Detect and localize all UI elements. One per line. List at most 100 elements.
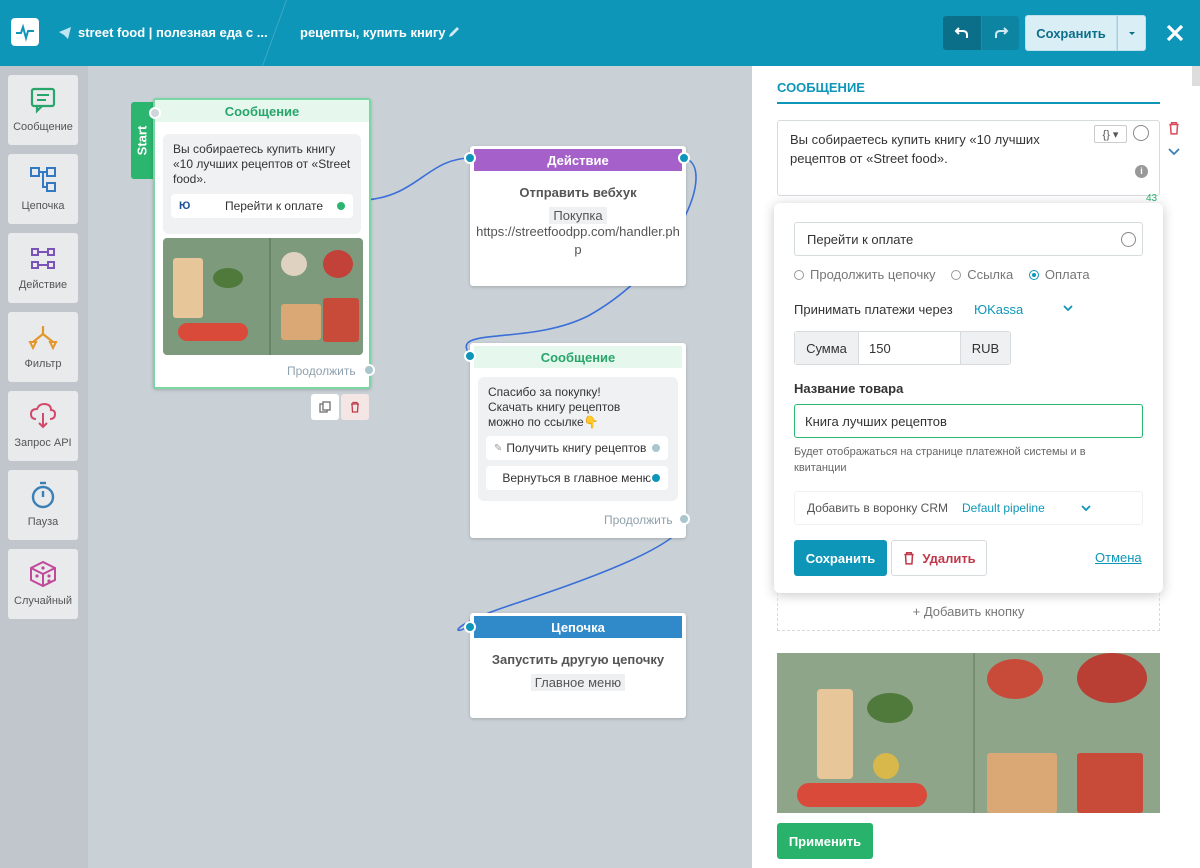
undo-icon — [954, 27, 968, 38]
delete-message-icon[interactable] — [1167, 121, 1181, 138]
radio-continue-chain[interactable]: Продолжить цепочку — [794, 267, 936, 282]
payments-label: Принимать платежи через — [794, 302, 953, 317]
add-button-row[interactable]: + Добавить кнопку — [777, 593, 1160, 631]
button-output-port[interactable] — [650, 442, 662, 454]
sum-input-group: Сумма 150 RUB — [794, 331, 1011, 365]
payment-provider-select[interactable]: ЮKassa — [974, 302, 1074, 317]
emoji-icon[interactable] — [1133, 125, 1149, 141]
app-logo-icon[interactable] — [11, 18, 39, 46]
apply-button[interactable]: Применить — [777, 823, 873, 859]
webhook-url: https://streetfoodpp.com/handler.php — [476, 224, 680, 257]
info-icon: i — [1135, 165, 1148, 178]
radio-payment[interactable]: Оплата — [1028, 267, 1090, 282]
webhook-tag: Покупка — [549, 207, 607, 224]
product-name-label: Название товара — [794, 381, 904, 396]
save-flow-button[interactable]: Сохранить — [1025, 15, 1117, 51]
undo-button[interactable] — [943, 16, 981, 50]
cancel-link[interactable]: Отмена — [1095, 550, 1142, 565]
node-button-get-book[interactable]: ✎ Получить книгу рецептов — [486, 436, 668, 460]
sidebar-item-api-request[interactable]: Запрос API — [8, 391, 78, 461]
crm-pipeline-row: Добавить в воронку CRM Default pipeline — [794, 491, 1143, 525]
link-icon: ✎ — [494, 442, 503, 454]
node1-input-port[interactable] — [149, 107, 161, 119]
trash-icon — [351, 401, 359, 413]
message-node-2[interactable]: Сообщение Спасибо за покупку! Скачать кн… — [470, 343, 686, 538]
product-name-input[interactable]: Книга лучших рецептов — [794, 404, 1143, 438]
sidebar-item-action[interactable]: Действие — [8, 233, 78, 303]
redo-button[interactable] — [982, 16, 1019, 50]
bot-name-link[interactable]: street food | полезная еда с ... — [78, 25, 268, 40]
flow-canvas[interactable]: Start Сообщение Вы собираетесь купить кн… — [88, 66, 752, 868]
button-text-input[interactable]: Перейти к оплате — [794, 222, 1143, 256]
sidebar-item-label: Действие — [18, 279, 68, 291]
chevron-down-icon — [1063, 305, 1073, 312]
flow-name-title: рецепты, купить книгу — [300, 25, 446, 40]
redo-icon — [994, 27, 1008, 38]
section-title: СООБЩЕНИЕ — [777, 80, 865, 95]
yookassa-icon: Ю — [179, 200, 191, 212]
node-message-bubble: Вы собираетесь купить книгу «10 лучших р… — [163, 134, 361, 234]
node2-input-port[interactable] — [464, 152, 476, 164]
sidebar-item-message[interactable]: Сообщение — [8, 75, 78, 145]
node-title: Действие — [474, 149, 682, 171]
radio-link[interactable]: Ссылка — [951, 267, 1013, 282]
sidebar-item-label: Цепочка — [21, 200, 65, 212]
node-subtitle: Запустить другую цепочку — [491, 652, 665, 667]
button-type-radios: Продолжить цепочку Ссылка Оплата — [794, 267, 1102, 283]
node-title: Сообщение — [474, 346, 682, 368]
delete-button[interactable]: Удалить — [891, 540, 987, 576]
action-node-webhook[interactable]: Действие Отправить вебхук Покупка https:… — [470, 146, 686, 286]
sidebar-item-random[interactable]: Случайный — [8, 549, 78, 619]
pause-timer-icon — [31, 481, 55, 509]
message-icon — [30, 87, 56, 114]
currency-label: RUB — [960, 332, 1010, 364]
blocks-sidebar: Сообщение Цепочка Действие Фильтр Запрос… — [0, 66, 88, 868]
node-button-pay[interactable]: Ю Перейти к оплате — [171, 194, 353, 218]
node-button-main-menu[interactable]: Вернуться в главное меню — [486, 466, 668, 490]
edit-pencil-icon[interactable] — [447, 25, 461, 42]
button-output-port[interactable] — [650, 472, 662, 484]
chain-icon — [30, 167, 56, 192]
node-image-food — [163, 238, 363, 355]
node3-continue-port[interactable] — [678, 513, 690, 525]
sidebar-item-label: Фильтр — [24, 358, 62, 370]
save-button-settings[interactable]: Сохранить — [794, 540, 887, 576]
continue-label: Продолжить — [287, 364, 356, 378]
message-settings-panel: СООБЩЕНИЕ Вы собираетесь купить книгу «1… — [752, 66, 1200, 868]
close-icon — [1166, 24, 1184, 42]
sum-input[interactable]: 150 — [859, 332, 960, 364]
chevron-down-icon[interactable] — [1167, 146, 1181, 161]
save-options-dropdown[interactable] — [1117, 15, 1146, 51]
filter-icon — [28, 326, 58, 351]
sidebar-item-label: Сообщение — [13, 121, 73, 133]
sidebar-item-chain[interactable]: Цепочка — [8, 154, 78, 224]
crm-pipeline-select[interactable]: Default pipeline — [962, 501, 1092, 515]
emoji-icon[interactable] — [1121, 232, 1136, 247]
continue-label: Продолжить — [604, 513, 673, 527]
node2-output-port[interactable] — [678, 152, 690, 164]
sidebar-item-pause[interactable]: Пауза — [8, 470, 78, 540]
product-hint: Будет отображаться на странице платежной… — [794, 446, 1086, 474]
node4-input-port[interactable] — [464, 621, 476, 633]
message-node-1[interactable]: Сообщение Вы собираетесь купить книгу «1… — [153, 98, 371, 389]
node1-continue-port[interactable] — [363, 364, 375, 376]
telegram-icon — [58, 26, 72, 43]
button-settings-popup: Перейти к оплате Продолжить цепочку Ссыл… — [774, 203, 1163, 593]
node-subtitle: Отправить вебхук — [519, 185, 637, 200]
variable-insert-button[interactable]: {} ▾ — [1094, 125, 1127, 143]
close-editor-button[interactable] — [1160, 18, 1190, 48]
node3-input-port[interactable] — [464, 350, 476, 362]
copy-icon — [319, 401, 331, 413]
delete-node-button[interactable] — [341, 394, 369, 420]
chain-node[interactable]: Цепочка Запустить другую цепочку Главное… — [470, 613, 686, 718]
top-header: street food | полезная еда с ... рецепты… — [0, 0, 1200, 66]
sidebar-item-filter[interactable]: Фильтр — [8, 312, 78, 382]
panel-scrollbar[interactable] — [1192, 66, 1200, 86]
sidebar-item-label: Пауза — [27, 516, 59, 528]
action-icon — [31, 248, 55, 269]
button-output-port[interactable] — [335, 200, 347, 212]
sidebar-item-label: Запрос API — [14, 437, 72, 449]
chain-tag: Главное меню — [530, 674, 626, 691]
copy-node-button[interactable] — [311, 394, 339, 420]
trash-icon — [904, 551, 914, 565]
